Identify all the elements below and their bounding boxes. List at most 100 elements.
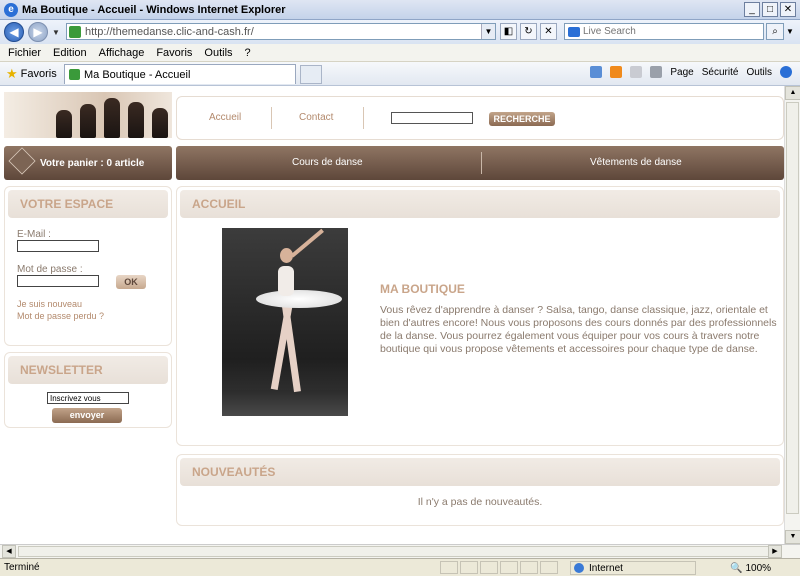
photo-head	[280, 248, 293, 263]
address-dropdown-icon[interactable]: ▼	[481, 24, 495, 39]
ie-logo-icon: e	[4, 2, 18, 17]
nav-divider	[271, 107, 272, 129]
favorites-bar: ★ Favoris Ma Boutique - Accueil Page Séc…	[0, 62, 800, 86]
page-icon	[69, 25, 81, 38]
password-field[interactable]	[17, 275, 99, 287]
new-user-link[interactable]: Je suis nouveau	[17, 299, 82, 309]
site-search-button[interactable]: RECHERCHE	[489, 112, 555, 126]
newsletter-heading: NEWSLETTER	[8, 356, 168, 384]
category-divider	[481, 152, 482, 174]
news-empty-message: Il n'y a pas de nouveautés.	[417, 496, 543, 508]
menu-help[interactable]: ?	[245, 47, 251, 59]
zone-label: Internet	[589, 562, 623, 574]
news-panel: NOUVEAUTÉS	[176, 454, 784, 526]
dancer-figure	[128, 102, 144, 138]
scroll-down-icon[interactable]: ▼	[785, 530, 800, 544]
zoom-control[interactable]: 🔍 100%	[730, 561, 771, 575]
nav-accueil[interactable]: Accueil	[209, 112, 241, 123]
cart-box-icon	[8, 147, 36, 175]
photo-tutu	[256, 290, 342, 308]
photo-floor	[222, 390, 348, 416]
email-label: E-Mail :	[17, 229, 51, 240]
newsletter-send-button[interactable]: envoyer	[52, 408, 122, 423]
status-pane	[500, 561, 518, 574]
menu-affichage[interactable]: Affichage	[99, 47, 145, 59]
photo-body	[278, 266, 294, 296]
page-viewport: Accueil Contact RECHERCHE Votre panier :…	[0, 86, 800, 544]
address-bar[interactable]: http://themedanse.clic-and-cash.fr/ ▼	[66, 23, 496, 40]
address-tools: ◧ ↻ ✕	[500, 23, 557, 40]
home-icon[interactable]	[590, 66, 603, 78]
lost-password-link[interactable]: Mot de passe perdu ?	[17, 311, 104, 321]
email-field[interactable]	[17, 240, 99, 252]
scroll-up-icon[interactable]: ▲	[785, 86, 800, 100]
maximize-button[interactable]: □	[762, 2, 778, 17]
mail-icon[interactable]	[630, 66, 643, 78]
rss-icon[interactable]	[610, 66, 623, 78]
refresh-icon[interactable]: ↻	[520, 23, 537, 40]
status-pane	[540, 561, 558, 574]
favorites-button[interactable]: Favoris	[21, 68, 57, 80]
login-ok-button[interactable]: OK	[116, 275, 146, 289]
search-box[interactable]	[564, 23, 764, 40]
close-button[interactable]: ✕	[780, 2, 796, 17]
window-controls: _ □ ✕	[744, 2, 796, 17]
address-row: ◀ ▶ ▼ http://themedanse.clic-and-cash.fr…	[0, 20, 800, 44]
vertical-scroll-thumb[interactable]	[786, 102, 799, 514]
category-vetements-de-danse[interactable]: Vêtements de danse	[590, 157, 682, 168]
status-pane	[520, 561, 538, 574]
status-text: Terminé	[4, 562, 40, 573]
favorites-star-icon[interactable]: ★	[6, 66, 18, 82]
site-search-input[interactable]	[391, 112, 473, 124]
account-heading: VOTRE ESPACE	[8, 190, 168, 218]
vertical-scrollbar[interactable]: ▲ ▼	[784, 86, 800, 544]
search-go-icon[interactable]: ⌕	[766, 23, 784, 40]
cart-bar[interactable]: Votre panier : 0 article	[4, 146, 172, 180]
status-pane	[440, 561, 458, 574]
cart-summary[interactable]: Votre panier : 0 article	[40, 158, 144, 169]
tools-menu[interactable]: Outils	[746, 67, 772, 78]
address-url[interactable]: http://themedanse.clic-and-cash.fr/	[85, 26, 254, 38]
menu-favoris[interactable]: Favoris	[156, 47, 192, 59]
dancer-figure	[80, 104, 96, 138]
globe-icon	[574, 563, 584, 573]
menu-edition[interactable]: Edition	[53, 47, 87, 59]
tab-accueil[interactable]: Ma Boutique - Accueil	[64, 64, 296, 84]
compatibility-icon[interactable]: ◧	[500, 23, 517, 40]
dancer-figure	[104, 98, 120, 138]
news-heading: NOUVEAUTÉS	[180, 458, 780, 486]
search-input[interactable]	[583, 26, 763, 37]
newsletter-email-field[interactable]	[47, 392, 129, 404]
security-menu[interactable]: Sécurité	[702, 67, 739, 78]
help-icon[interactable]	[780, 66, 792, 78]
horizontal-scroll-thumb[interactable]	[18, 546, 778, 557]
category-bar: Cours de danse Vêtements de danse	[176, 146, 784, 180]
zoom-level[interactable]: 100%	[745, 563, 771, 574]
zoom-icon: 🔍	[730, 562, 743, 574]
print-icon[interactable]	[650, 66, 663, 78]
forward-button[interactable]: ▶	[28, 22, 48, 42]
horizontal-scrollbar[interactable]: ◀ ▶	[0, 544, 800, 558]
menu-fichier[interactable]: Fichier	[8, 47, 41, 59]
scroll-right-icon[interactable]: ▶	[768, 545, 782, 558]
menu-bar: Fichier Edition Affichage Favoris Outils…	[0, 44, 800, 62]
back-button[interactable]: ◀	[4, 22, 24, 42]
category-cours-de-danse[interactable]: Cours de danse	[292, 157, 363, 168]
dancer-figure	[152, 108, 168, 138]
page-menu[interactable]: Page	[670, 67, 693, 78]
search-options-icon[interactable]: ▼	[786, 23, 796, 40]
live-search-icon	[568, 26, 580, 37]
security-zone[interactable]: Internet	[570, 561, 696, 575]
status-bar: Terminé Internet 🔍 100%	[0, 558, 800, 576]
menu-outils[interactable]: Outils	[204, 47, 232, 59]
ballerina-photo	[222, 228, 348, 416]
history-dropdown-icon[interactable]: ▼	[52, 28, 62, 37]
scroll-left-icon[interactable]: ◀	[2, 545, 16, 558]
boutique-title: MA BOUTIQUE	[380, 282, 465, 296]
minimize-button[interactable]: _	[744, 2, 760, 17]
nav-contact[interactable]: Contact	[299, 112, 333, 123]
stop-icon[interactable]: ✕	[540, 23, 557, 40]
status-pane	[480, 561, 498, 574]
new-tab-button[interactable]	[300, 65, 322, 84]
title-bar: e Ma Boutique - Accueil - Windows Intern…	[0, 0, 800, 20]
